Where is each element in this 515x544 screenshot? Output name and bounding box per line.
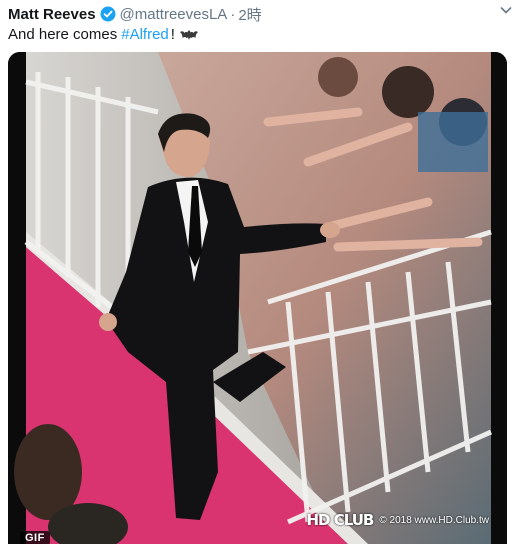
- chevron-down-icon[interactable]: [499, 3, 513, 17]
- tweet-timestamp[interactable]: 2時: [238, 4, 261, 25]
- gif-badge: GIF: [20, 531, 50, 544]
- watermark-logo: HD CLUB: [306, 511, 374, 529]
- tweet-text-prefix: And here comes: [8, 25, 118, 43]
- separator-dot: ·: [230, 5, 236, 23]
- gif-frame: [8, 52, 507, 544]
- gif-media[interactable]: GIF HD CLUB © 2018 www.HD.Club.tw: [8, 52, 507, 544]
- verified-badge-icon: [100, 6, 116, 22]
- watermark-text: © 2018 www.HD.Club.tw: [379, 514, 489, 526]
- hashtag-link[interactable]: #Alfred: [121, 26, 169, 43]
- author-handle[interactable]: @mattreevesLA: [120, 6, 228, 23]
- bat-symbol-icon: [179, 28, 198, 40]
- author-name[interactable]: Matt Reeves: [8, 6, 96, 23]
- watermark: HD CLUB © 2018 www.HD.Club.tw: [306, 511, 489, 529]
- tweet-text: And here comes #Alfred !: [8, 24, 198, 44]
- tweet-text-suffix: !: [170, 25, 175, 43]
- tweet-header: Matt Reeves @mattreevesLA · 2時: [8, 4, 507, 24]
